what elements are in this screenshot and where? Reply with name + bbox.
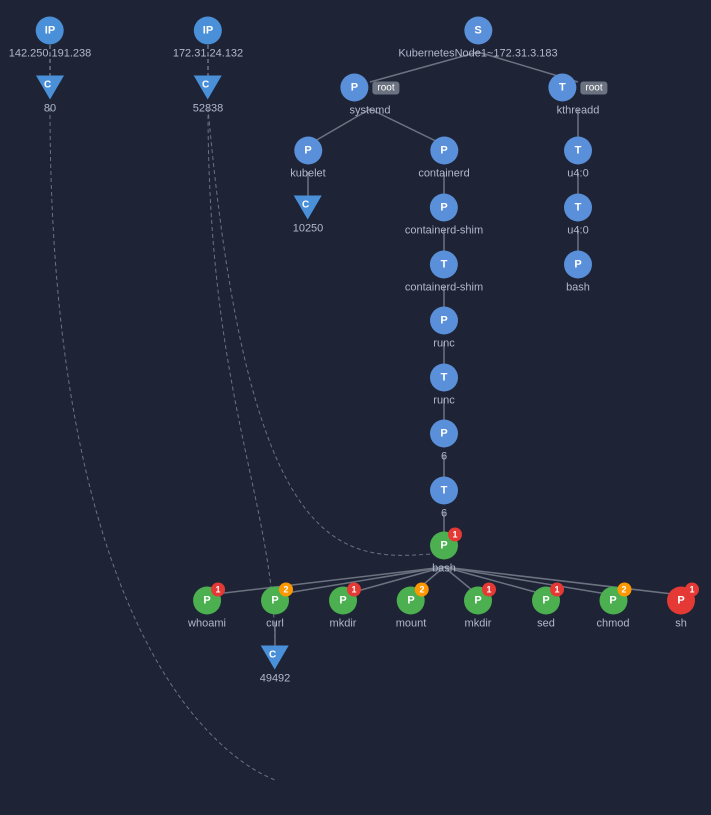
node-p-whoami[interactable]: P 1 whoami <box>188 587 226 630</box>
node-p-containerd[interactable]: P containerd <box>418 137 469 180</box>
node-c-10250[interactable]: C 10250 <box>293 196 324 235</box>
node-p-kubelet[interactable]: P kubelet <box>290 137 325 180</box>
node-c2[interactable]: C 52838 <box>193 76 224 115</box>
node-p-bash[interactable]: P 1 bash <box>430 532 458 575</box>
node-p-runc1[interactable]: P runc <box>430 307 458 350</box>
t-kthreadd-circle: T <box>548 74 576 102</box>
node-p-6[interactable]: P 6 <box>430 420 458 463</box>
curl-badge: 2 <box>279 583 293 597</box>
mkdir1-badge: 1 <box>347 583 361 597</box>
node-t-u40-1[interactable]: T u4:0 <box>564 137 592 180</box>
node-p-containerd-shim1[interactable]: P containerd-shim <box>405 194 483 237</box>
node-p-systemd[interactable]: P root systemd <box>340 74 399 117</box>
ip2-circle: IP <box>194 17 222 45</box>
whoami-badge: 1 <box>211 583 225 597</box>
node-t-runc[interactable]: T runc <box>430 364 458 407</box>
edges-svg <box>0 0 711 815</box>
sed-badge: 1 <box>550 583 564 597</box>
node-p-sh[interactable]: P 1 sh <box>667 587 695 630</box>
mount-badge: 2 <box>415 583 429 597</box>
mkdir2-badge: 1 <box>482 583 496 597</box>
node-p-bash-top[interactable]: P bash <box>564 251 592 294</box>
node-p-chmod[interactable]: P 2 chmod <box>596 587 629 630</box>
graph-container: IP 142.250.191.238 IP 172.31.24.132 S Ku… <box>0 0 711 815</box>
node-ip2[interactable]: IP 172.31.24.132 <box>173 17 243 60</box>
node-s1[interactable]: S KubernetesNode1~172.31.3.183 <box>398 17 557 60</box>
bash-badge: 1 <box>448 528 462 542</box>
node-t-kthreadd[interactable]: T root kthreadd <box>548 74 607 117</box>
node-p-curl[interactable]: P 2 curl <box>261 587 289 630</box>
node-t-containerd-shim[interactable]: T containerd-shim <box>405 251 483 294</box>
node-ip1[interactable]: IP 142.250.191.238 <box>9 17 92 60</box>
sh-badge: 1 <box>685 583 699 597</box>
node-p-mount[interactable]: P 2 mount <box>396 587 427 630</box>
p-systemd-circle: P <box>340 74 368 102</box>
node-c-49492[interactable]: C 49492 <box>260 646 291 685</box>
node-t-u40-2[interactable]: T u4:0 <box>564 194 592 237</box>
s1-circle: S <box>464 17 492 45</box>
node-p-mkdir1[interactable]: P 1 mkdir <box>329 587 357 630</box>
chmod-badge: 2 <box>617 583 631 597</box>
node-t-6[interactable]: T 6 <box>430 477 458 520</box>
node-p-mkdir2[interactable]: P 1 mkdir <box>464 587 492 630</box>
node-p-sed[interactable]: P 1 sed <box>532 587 560 630</box>
ip1-circle: IP <box>36 17 64 45</box>
node-c1[interactable]: C 80 <box>36 76 64 115</box>
